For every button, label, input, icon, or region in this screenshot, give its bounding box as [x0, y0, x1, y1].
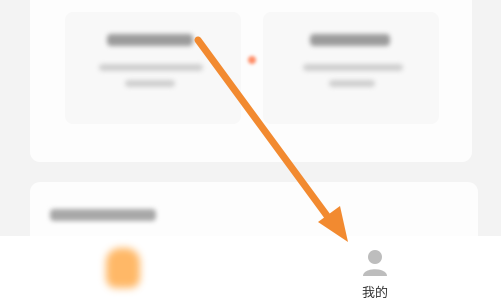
bottom-tab-bar: 我的: [0, 236, 501, 308]
tab-home[interactable]: [66, 236, 186, 308]
tab-mine-label: 我的: [361, 286, 388, 301]
feature-tile-right[interactable]: [263, 12, 439, 124]
separator-dot: [248, 56, 256, 64]
section-title: [50, 209, 156, 221]
app-screen: 我的: [0, 0, 501, 308]
feature-tile-left[interactable]: [65, 12, 241, 124]
home-icon: [106, 248, 140, 288]
feature-tile-right-subtitle: [303, 64, 403, 71]
feature-tile-right-title: [310, 34, 390, 46]
feature-tile-left-subtitle: [99, 64, 203, 71]
feature-tile-left-title: [107, 34, 193, 46]
feature-tile-right-subtitle2: [329, 80, 375, 87]
person-icon: [363, 250, 387, 276]
feature-tile-left-subtitle2: [125, 80, 175, 87]
tab-mine[interactable]: 我的: [315, 236, 435, 308]
feature-card: [30, 0, 472, 162]
